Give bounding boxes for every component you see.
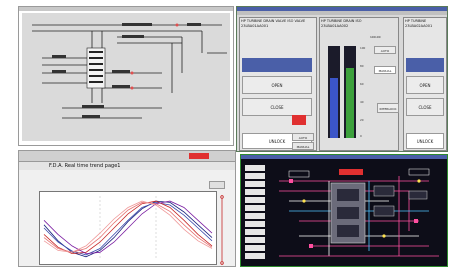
valve-mid-top-value: 100.00: [370, 35, 381, 39]
trend-series-line-6: [43, 200, 213, 253]
plant-window: [240, 154, 448, 267]
scale-tick: 40: [360, 100, 364, 104]
plant-menu-item[interactable]: [245, 221, 265, 227]
trend-alarm-box: [189, 153, 209, 159]
valve-right-header-2: 23LBA02AA001: [405, 24, 433, 28]
valve-right-blue-button[interactable]: [406, 58, 444, 72]
trend-toolbar-icons: [21, 153, 141, 169]
valve-left-close-button[interactable]: CLOSE: [242, 98, 312, 116]
plant-menu-item[interactable]: [245, 237, 265, 243]
plant-title-bar: [241, 155, 447, 159]
plant-menu-item[interactable]: [245, 229, 265, 235]
plant-menu-item[interactable]: [245, 205, 265, 211]
valve-mid-header-1: HP TURBINE DRAIN ISO: [321, 19, 362, 23]
valve-left-header-1: HP TURBINE DRAIN VALVE ISO VALVE: [241, 19, 306, 23]
trend-right-button[interactable]: [209, 181, 225, 189]
valve-right-unlock-button[interactable]: UNLOCK: [406, 133, 444, 149]
gauge-fill-blue: [330, 78, 338, 138]
plant-menu-item[interactable]: [245, 189, 265, 195]
valve-left-blue-button[interactable]: [242, 58, 312, 72]
mid-side-button-manual[interactable]: MANUAL: [374, 66, 396, 74]
plant-menu-item[interactable]: [245, 173, 265, 179]
schematic-canvas[interactable]: [22, 13, 230, 141]
plant-menu-item[interactable]: [245, 197, 265, 203]
trend-time-axis: [40, 260, 220, 266]
control-menu-bar: [237, 11, 447, 15]
valve-right-header-1: HP TURBINE: [405, 19, 427, 23]
gauge-fill-green: [346, 68, 354, 138]
plant-menu-item[interactable]: [245, 253, 265, 259]
valve-mid-header-2: 23LBA01AA002: [321, 24, 349, 28]
trend-title: F.D.A. Real time trend page1: [49, 163, 121, 169]
trend-chart: [43, 196, 213, 260]
plant-menu-item[interactable]: [245, 165, 265, 171]
interlock-button-1[interactable]: INTERLOCK: [377, 103, 399, 113]
scale-tick: 0: [360, 134, 362, 138]
valve-left-open-button[interactable]: OPEN: [242, 76, 312, 94]
scale-tick: 80: [360, 64, 364, 68]
middle-button-manual[interactable]: MANUAL: [292, 142, 314, 150]
valve-panel-mid: HP TURBINE DRAIN ISO 23LBA01AA002 100.00…: [319, 17, 399, 151]
valve-panel-left: HP TURBINE DRAIN VALVE ISO VALVE 23LBA01…: [239, 17, 317, 151]
control-window: HP TURBINE DRAIN VALVE ISO VALVE 23LBA01…: [236, 6, 448, 152]
trend-right-marker: [219, 195, 227, 265]
alarm-indicator: [292, 115, 306, 125]
trend-chart-area: [39, 191, 217, 265]
scale-tick: 60: [360, 82, 364, 86]
schematic-title-bar: [19, 7, 233, 11]
schematic-diagram: [32, 23, 227, 119]
trend-window: F.D.A. Real time trend page1: [18, 150, 236, 267]
plant-menu-item[interactable]: [245, 213, 265, 219]
valve-right-close-button[interactable]: CLOSE: [406, 98, 444, 116]
gauge-scale: 100 80 60 40 20 0: [360, 46, 372, 138]
middle-button-auto[interactable]: AUTO: [292, 133, 314, 141]
scale-tick: 100: [360, 46, 366, 50]
plant-diagram[interactable]: [269, 161, 445, 265]
mid-side-button-auto[interactable]: AUTO: [374, 46, 396, 54]
plant-menu-item[interactable]: [245, 245, 265, 251]
trend-title-bar: F.D.A. Real time trend page1: [19, 162, 235, 170]
scale-tick: 20: [360, 118, 364, 122]
valve-panel-right: HP TURBINE 23LBA02AA001 OPEN CLOSE UNLOC…: [403, 17, 447, 151]
valve-left-header-2: 23LBA01AA001: [241, 24, 269, 28]
plant-menu-item[interactable]: [245, 181, 265, 187]
trend-series-line-1: [43, 200, 213, 258]
schematic-window: [18, 6, 234, 146]
plant-menu: [245, 165, 265, 265]
valve-right-open-button[interactable]: OPEN: [406, 76, 444, 94]
